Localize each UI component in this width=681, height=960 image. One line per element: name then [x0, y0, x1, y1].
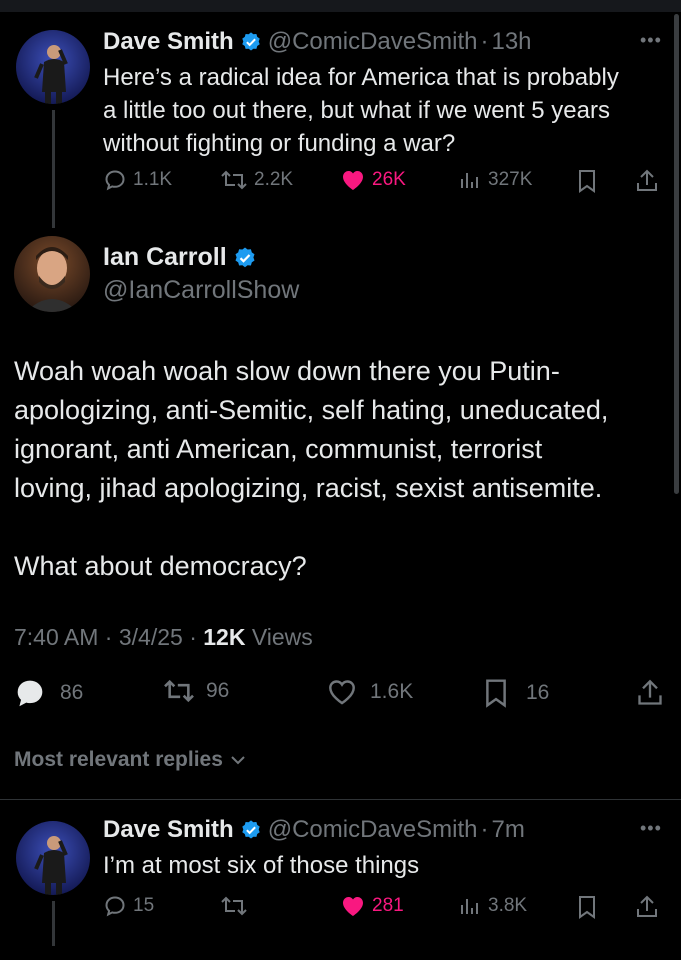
- views-button[interactable]: 3.8K: [458, 894, 527, 918]
- views-chart-icon: [461, 899, 478, 914]
- status-strip: [0, 0, 681, 12]
- tweet-text: I’m at most six of those things: [103, 852, 420, 879]
- views-chart-icon: [461, 173, 478, 188]
- reply-icon: [105, 170, 125, 191]
- reply-button[interactable]: 15: [103, 894, 154, 918]
- avatar-dave-smith[interactable]: [16, 30, 90, 104]
- heart-filled-icon: [343, 171, 363, 190]
- more-options-icon[interactable]: •••: [640, 30, 662, 51]
- separator-dot: ·: [189, 624, 204, 650]
- tweet-text-line: Here’s a radical idea for America that i…: [103, 64, 619, 91]
- tweet-time[interactable]: 13h: [491, 28, 531, 56]
- view-count: 3.8K: [488, 895, 528, 916]
- separator-dot: ·: [104, 624, 119, 650]
- tweet-date[interactable]: 3/4/25: [119, 624, 183, 650]
- share-icon: [638, 679, 662, 705]
- share-button[interactable]: [635, 894, 659, 920]
- separator-dot: ·: [480, 816, 489, 843]
- heart-outline-icon: [329, 680, 355, 705]
- author-name[interactable]: Dave Smith: [103, 816, 234, 844]
- retweet-icon: [164, 679, 194, 703]
- like-button[interactable]: 1.6K: [326, 677, 413, 707]
- more-options-icon[interactable]: •••: [640, 818, 662, 839]
- reply-button[interactable]: 86: [14, 677, 83, 709]
- author-handle[interactable]: @ComicDaveSmith: [268, 28, 478, 56]
- retweet-count: 96: [206, 679, 230, 702]
- like-button[interactable]: 281: [340, 894, 404, 918]
- views-button[interactable]: 327K: [458, 168, 532, 192]
- tweet-time[interactable]: 7m: [491, 816, 524, 844]
- tweet-text-line: ignorant, anti American, communist, terr…: [14, 434, 543, 464]
- heart-filled-icon: [343, 897, 363, 916]
- thread-line: [52, 110, 55, 228]
- main-tweet-header: Ian Carroll: [103, 243, 257, 272]
- bookmark-icon: [579, 170, 595, 193]
- bookmark-icon: [486, 679, 506, 708]
- tweet-actions: 15 281 3.8K: [103, 894, 663, 924]
- divider: [0, 799, 681, 800]
- separator-dot: ·: [480, 28, 489, 55]
- tweet-text-line: apologizing, anti-Semitic, self hating, …: [14, 395, 609, 425]
- retweet-button[interactable]: 96: [162, 677, 229, 705]
- bookmark-button[interactable]: 16: [482, 677, 549, 709]
- retweet-icon: [221, 896, 247, 916]
- avatar-ian-carroll[interactable]: [14, 236, 90, 312]
- share-button[interactable]: [636, 677, 664, 709]
- reply-button[interactable]: 1.1K: [103, 168, 172, 192]
- tweet-text-line: What about democracy?: [14, 551, 307, 581]
- thread-line: [52, 901, 55, 946]
- replies-sort-label: Most relevant replies: [14, 748, 223, 771]
- tweet-header: Dave Smith @ComicDaveSmith · 7m: [103, 816, 525, 844]
- retweet-count: 2.2K: [254, 169, 294, 190]
- tweet-header: Dave Smith @ComicDaveSmith · 13h: [103, 28, 532, 56]
- tweet-meta: 7:40 AM · 3/4/25 · 12K Views: [14, 624, 313, 651]
- reply-count: 15: [133, 895, 155, 916]
- retweet-icon: [221, 170, 247, 190]
- tweet-text-line: loving, jihad apologizing, racist, sexis…: [14, 473, 603, 503]
- like-count: 281: [372, 895, 404, 916]
- share-icon: [637, 169, 657, 191]
- like-button[interactable]: 26K: [340, 168, 406, 192]
- reply-icon-filled: [17, 680, 43, 707]
- views-count: 12K: [203, 624, 246, 650]
- tweet-time[interactable]: 7:40 AM: [14, 624, 98, 650]
- replies-sort-dropdown[interactable]: Most relevant replies: [14, 748, 249, 772]
- view-count: 327K: [488, 169, 533, 190]
- share-button[interactable]: [635, 168, 659, 194]
- verified-badge-icon: [235, 247, 255, 267]
- author-handle[interactable]: @IanCarrollShow: [103, 276, 299, 305]
- bookmark-button[interactable]: [576, 168, 598, 194]
- author-name[interactable]: Dave Smith: [103, 28, 234, 56]
- tweet-text-line: a little too out there, but what if we w…: [103, 97, 610, 124]
- share-icon: [637, 895, 657, 917]
- scrollbar[interactable]: [674, 14, 679, 494]
- reply-count: 1.1K: [133, 169, 173, 190]
- retweet-button[interactable]: 2.2K: [220, 168, 293, 192]
- verified-badge-icon: [242, 32, 260, 51]
- chevron-down-icon: [231, 756, 245, 765]
- avatar-dave-smith[interactable]: [16, 821, 90, 895]
- bookmark-count: 16: [526, 681, 550, 704]
- author-handle[interactable]: @ComicDaveSmith: [268, 816, 478, 844]
- retweet-button[interactable]: [220, 894, 248, 918]
- main-tweet-actions: 86 96 1.6K 16: [14, 677, 669, 711]
- tweet-actions: 1.1K 2.2K 26K 327K: [103, 168, 663, 198]
- like-count: 26K: [372, 169, 406, 190]
- bookmark-icon: [579, 896, 595, 919]
- tweet-text-line: Woah woah woah slow down there you Putin…: [14, 356, 560, 386]
- author-name[interactable]: Ian Carroll: [103, 243, 227, 272]
- reply-count: 86: [60, 681, 84, 704]
- verified-badge-icon: [242, 820, 260, 839]
- main-tweet-text: Woah woah woah slow down there you Putin…: [14, 352, 669, 586]
- tweet-text-line: without fighting or funding a war?: [103, 130, 456, 157]
- views-label: Views: [251, 624, 313, 650]
- like-count: 1.6K: [370, 680, 414, 703]
- tweet-text: Here’s a radical idea for America that i…: [103, 61, 663, 160]
- bookmark-button[interactable]: [576, 894, 598, 920]
- reply-icon: [105, 896, 125, 917]
